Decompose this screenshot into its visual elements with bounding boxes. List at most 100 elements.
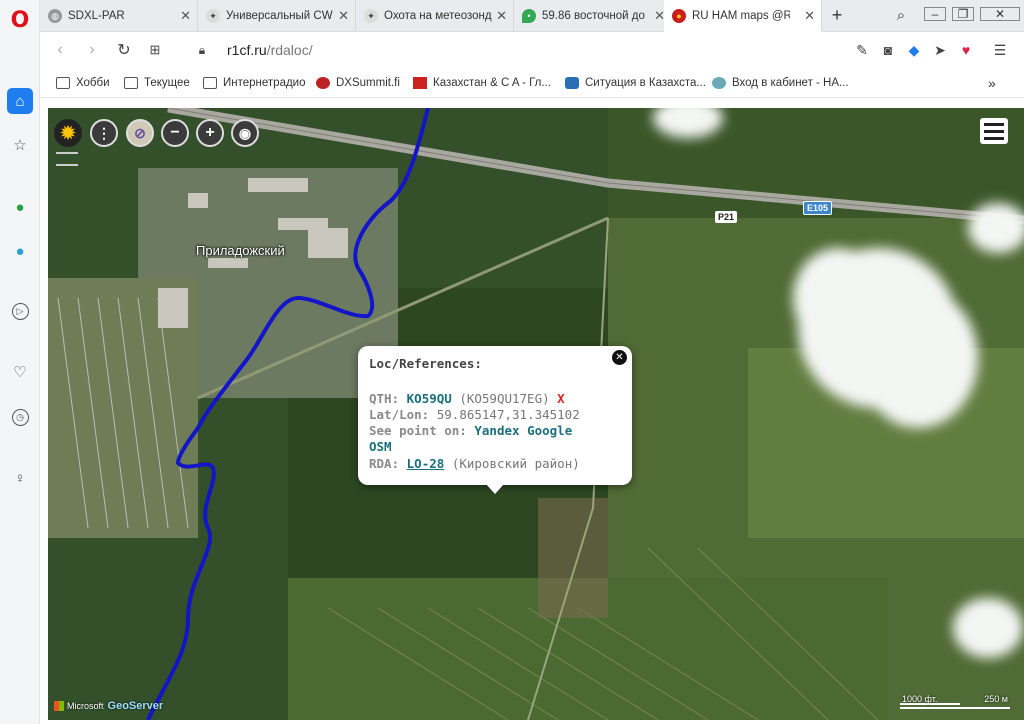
rda-link[interactable]: LO-28 — [407, 456, 445, 471]
close-tab-icon[interactable]: ✕ — [496, 8, 507, 24]
tab[interactable]: ✦ Охота на метеозонд ✕ — [356, 0, 514, 32]
grid-toggle-icon[interactable] — [56, 152, 78, 166]
close-tab-icon[interactable]: ✕ — [804, 8, 815, 24]
scale-bar: 1000 фт. 250 м — [900, 694, 1010, 714]
bookmark-folder[interactable]: Хобби — [56, 74, 110, 92]
scale-ft: 1000 фт. — [902, 694, 938, 704]
bookmark[interactable]: Казахстан & C A - Гл... — [413, 74, 551, 92]
forward-icon[interactable]: › — [82, 40, 102, 60]
bookmark-label: Хобби — [76, 77, 110, 89]
star-icon[interactable]: ☆ — [8, 133, 32, 157]
bookmark-label: Интернетрадио — [223, 77, 306, 89]
close-window-button[interactable]: ✕ — [980, 7, 1020, 21]
close-tab-icon[interactable]: ✕ — [338, 8, 349, 24]
url-field[interactable]: r1cf.ru/rdaloc/ — [227, 42, 313, 58]
bookmark[interactable]: Ситуация в Казахста... — [565, 74, 706, 92]
telegram-icon[interactable]: ● — [8, 239, 32, 263]
sidebar: O ⌂ ☆ ● ● ▷ ♡ ◷ ♀ — [0, 0, 40, 724]
bookmark-label: Ситуация в Казахста... — [585, 77, 707, 89]
lock-icon: 🔒︎ — [198, 42, 206, 57]
folder-icon — [56, 77, 70, 89]
lightbulb-icon[interactable]: ♀ — [8, 466, 32, 490]
tab-bar: ◍ SDXL-PAR ✕ ✦ Универсальный CW ✕ ✦ Охот… — [40, 0, 1024, 32]
bookmark-label: Казахстан & C A - Гл... — [433, 77, 551, 89]
bookmarks-bar: Хобби Текущее Интернетрадио DXSummit.fi … — [40, 68, 1024, 98]
home-icon[interactable]: ⌂ — [7, 88, 33, 114]
search-icon[interactable]: ⌕ — [890, 6, 912, 24]
attribution: Microsoft GeoServer — [54, 700, 163, 712]
settings-icon[interactable]: ☰ — [990, 40, 1010, 60]
tab-title: 59.86 восточной до — [542, 10, 645, 22]
bookmark-label: DXSummit.fi — [336, 77, 400, 89]
tab-active[interactable]: ● RU HAM maps @R1C ✕ — [664, 0, 822, 32]
send-icon[interactable]: ➤ — [930, 40, 950, 60]
bookmark[interactable]: DXSummit.fi — [316, 74, 400, 92]
site-icon — [413, 77, 427, 89]
back-icon[interactable]: ‹ — [50, 40, 70, 60]
bookmark-folder[interactable]: Интернетрадио — [203, 74, 306, 92]
satellite-icon: ✦ — [364, 9, 378, 23]
rda-label: RDA: — [369, 456, 400, 471]
zoom-out-icon[interactable]: − — [161, 119, 189, 147]
microsoft-logo-icon — [54, 701, 64, 711]
bookmark-folder[interactable]: Текущее — [124, 74, 190, 92]
folder-icon — [124, 77, 138, 89]
menu-icon[interactable] — [980, 118, 1008, 144]
tab[interactable]: ✦ Универсальный CW ✕ — [198, 0, 356, 32]
history-icon[interactable]: ◷ — [8, 405, 32, 429]
minimize-button[interactable]: – — [924, 7, 946, 21]
osm-link[interactable]: OSM — [369, 439, 392, 454]
rda-region: (Кировский район) — [451, 456, 580, 471]
site-icon — [565, 77, 579, 89]
more-bookmarks-icon[interactable]: » — [988, 74, 996, 92]
tab[interactable]: ◍ SDXL-PAR ✕ — [40, 0, 198, 32]
edit-icon[interactable]: ✎ — [852, 40, 872, 60]
map-pin-icon: • — [522, 9, 536, 23]
new-tab-button[interactable]: + — [826, 5, 848, 25]
speed-dial-icon[interactable]: ⊞ — [145, 40, 165, 60]
latlon-label: Lat/Lon: — [369, 407, 430, 422]
ham-maps-icon: ● — [672, 8, 686, 23]
dxsummit-icon — [316, 77, 330, 89]
tab[interactable]: • 59.86 восточной до ✕ — [514, 0, 672, 32]
satellite-icon: ✦ — [206, 9, 220, 23]
heart-icon[interactable]: ♡ — [8, 360, 32, 384]
map-view[interactable]: ✹ ⋮ ⊘ − + ◉ Приладожский E105 Р21 Micros… — [48, 108, 1024, 720]
folder-icon — [203, 77, 217, 89]
camera-icon[interactable]: ◙ — [878, 40, 898, 60]
qth-value[interactable]: KO59QU — [407, 391, 452, 406]
shield-icon[interactable]: ◆ — [904, 40, 924, 60]
close-popup-icon[interactable]: ✕ — [612, 350, 627, 365]
site-icon — [712, 77, 726, 89]
latlon-value: 59.865147,31.345102 — [436, 407, 580, 422]
zoom-in-icon[interactable]: + — [196, 119, 224, 147]
tab-title: RU HAM maps @R1C — [692, 9, 790, 22]
url-path: /rdaloc/ — [266, 42, 313, 58]
geoserver-logo: GeoServer — [107, 700, 164, 712]
tab-title: SDXL-PAR — [68, 10, 125, 22]
globe-icon: ◍ — [48, 9, 62, 23]
locate-icon[interactable]: ◉ — [231, 119, 259, 147]
opera-logo-icon[interactable]: O — [8, 8, 32, 33]
road-sign-e105: E105 — [803, 201, 833, 215]
bookmark[interactable]: Вход в кабинет - НА... — [712, 74, 849, 92]
player-icon[interactable]: ▷ — [8, 299, 32, 323]
restore-button[interactable]: ❐ — [952, 7, 974, 21]
reload-icon[interactable]: ↻ — [114, 40, 134, 60]
bookmark-label: Вход в кабинет - НА... — [732, 77, 849, 89]
tab-title: Универсальный CW — [226, 10, 333, 22]
layers-icon[interactable]: ⋮ — [90, 119, 118, 147]
locator-grid-icon[interactable]: ⊘ — [126, 119, 154, 147]
google-link[interactable]: Google — [527, 423, 572, 438]
qth-remove-button[interactable]: X — [557, 391, 565, 406]
logo-icon[interactable]: ✹ — [54, 119, 82, 147]
see-point-label: See point on: — [369, 423, 467, 438]
whatsapp-icon[interactable]: ● — [8, 195, 32, 219]
popup-title: Loc/References: — [369, 356, 482, 371]
place-label: Приладожский — [196, 243, 285, 258]
bookmark-label: Текущее — [144, 77, 190, 89]
yandex-link[interactable]: Yandex — [474, 423, 519, 438]
close-tab-icon[interactable]: ✕ — [180, 8, 191, 24]
heart-icon[interactable]: ♥ — [956, 40, 976, 60]
attribution-text: Microsoft — [67, 701, 104, 711]
